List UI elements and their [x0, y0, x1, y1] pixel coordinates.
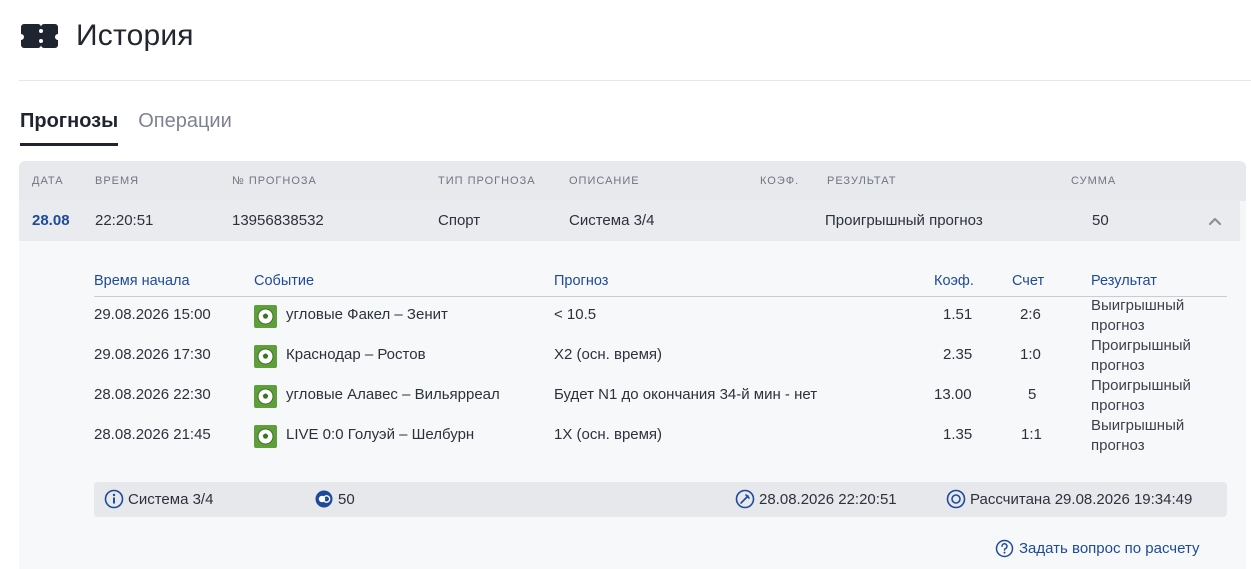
soccer-ball-icon — [254, 425, 277, 448]
column-header-description: Описание — [569, 175, 640, 187]
event-score: 1:1 — [1021, 426, 1042, 443]
pin-icon — [735, 489, 755, 509]
column-header-time: Время — [95, 175, 140, 187]
list-item: 29.08.2026 17:30 Краснодар – Ростов Х2 (… — [94, 336, 1227, 376]
event-score: 5 — [1028, 386, 1037, 403]
details-header-coef: Коэф. — [934, 273, 974, 289]
event-forecast: 1Х (осн. время) — [554, 426, 663, 443]
details-header-score: Счет — [1012, 273, 1045, 289]
row-date: 28.08 — [32, 212, 70, 229]
event-result: Проигрышный прогноз — [1091, 377, 1191, 414]
target-icon — [946, 489, 966, 509]
event-forecast: Х2 (осн. время) — [554, 346, 663, 363]
event-name: угловые Факел – Зенит — [286, 306, 448, 323]
event-name: угловые Алавес – Вильярреал — [286, 386, 500, 403]
details-header: Время начала Событие Прогноз Коэф. Счет … — [94, 271, 1227, 297]
event-name: LIVE 0:0 Голуэй – Шелбурн — [286, 426, 475, 443]
event-score: 1:0 — [1020, 346, 1041, 363]
column-header-number: № прогноза — [232, 175, 317, 187]
table-row[interactable]: 28.08 22:20:51 13956838532 Спорт Система… — [19, 201, 1240, 241]
list-item: 28.08.2026 22:30 угловые Алавес – Вильяр… — [94, 376, 1227, 416]
summary-bar: Система 3/4 50 28.08.2026 22:20:51 Рассч… — [94, 482, 1227, 517]
row-number: 13956838532 — [232, 212, 324, 229]
tabs: Прогнозы Операции — [20, 110, 252, 146]
event-forecast: Будет N1 до окончания 34-й мин - нет — [554, 386, 818, 403]
question-icon — [995, 539, 1014, 558]
tab-operations[interactable]: Операции — [138, 110, 232, 146]
ask-question-label: Задать вопрос по расчету — [1019, 540, 1200, 557]
summary-amount: 50 — [314, 489, 355, 509]
summary-settled: Рассчитана 29.08.2026 19:34:49 — [946, 489, 1192, 509]
coins-icon — [315, 490, 333, 508]
event-start: 28.08.2026 22:30 — [94, 386, 211, 403]
column-header-type: Тип прогноза — [438, 175, 536, 187]
event-result: Проигрышный прогноз — [1091, 337, 1191, 374]
summary-placed: 28.08.2026 22:20:51 — [735, 489, 897, 509]
row-result: Проигрышный прогноз — [825, 212, 983, 229]
page-header: История — [20, 16, 194, 56]
event-result: Выигрышный прогноз — [1091, 417, 1185, 454]
event-coef: 2.35 — [943, 346, 973, 363]
details-header-forecast: Прогноз — [554, 273, 609, 289]
ticket-icon — [21, 24, 58, 48]
soccer-ball-icon — [254, 385, 277, 408]
details-header-event: Событие — [254, 273, 315, 289]
row-time: 22:20:51 — [95, 212, 154, 229]
summary-settled-text: Рассчитана 29.08.2026 19:34:49 — [970, 490, 1193, 508]
event-forecast: < 10.5 — [554, 306, 597, 323]
event-coef: 1.35 — [943, 426, 973, 443]
row-description: Система 3/4 — [569, 212, 655, 229]
details-header-result: Результат — [1091, 273, 1157, 289]
summary-amount-text: 50 — [338, 490, 355, 508]
row-sum: 50 — [1092, 212, 1109, 229]
tab-forecasts[interactable]: Прогнозы — [20, 110, 119, 146]
chevron-up-icon[interactable] — [1206, 213, 1224, 231]
summary-placed-text: 28.08.2026 22:20:51 — [759, 490, 897, 508]
details-header-start: Время начала — [94, 273, 190, 289]
list-item: 28.08.2026 21:45 LIVE 0:0 Голуэй – Шелбу… — [94, 416, 1227, 456]
event-coef: 1.51 — [943, 306, 973, 323]
event-start: 29.08.2026 15:00 — [94, 306, 211, 323]
event-start: 28.08.2026 21:45 — [94, 426, 211, 443]
column-header-coef: Коэф. — [760, 175, 800, 187]
ask-question-link[interactable]: Задать вопрос по расчету — [995, 539, 1199, 558]
column-header-date: Дата — [32, 175, 64, 187]
event-score: 2:6 — [1020, 306, 1041, 323]
event-start: 29.08.2026 17:30 — [94, 346, 211, 363]
history-table: Дата Время № прогноза Тип прогноза Описа… — [19, 161, 1246, 569]
event-result: Выигрышный прогноз — [1091, 297, 1185, 334]
row-type: Спорт — [438, 212, 481, 229]
soccer-ball-icon — [254, 305, 277, 328]
page-title: История — [76, 19, 194, 52]
forecast-details: Время начала Событие Прогноз Коэф. Счет … — [19, 241, 1246, 569]
soccer-ball-icon — [254, 345, 277, 368]
list-item: 29.08.2026 15:00 угловые Факел – Зенит <… — [94, 296, 1227, 336]
event-name: Краснодар – Ростов — [286, 346, 426, 363]
header-divider — [19, 80, 1251, 81]
info-icon — [104, 489, 124, 509]
summary-system-text: Система 3/4 — [128, 490, 214, 508]
summary-system: Система 3/4 — [104, 489, 213, 509]
column-header-sum: Сумма — [1071, 175, 1117, 187]
table-header: Дата Время № прогноза Тип прогноза Описа… — [19, 161, 1246, 201]
event-coef: 13.00 — [934, 386, 972, 403]
column-header-result: Результат — [827, 175, 897, 187]
